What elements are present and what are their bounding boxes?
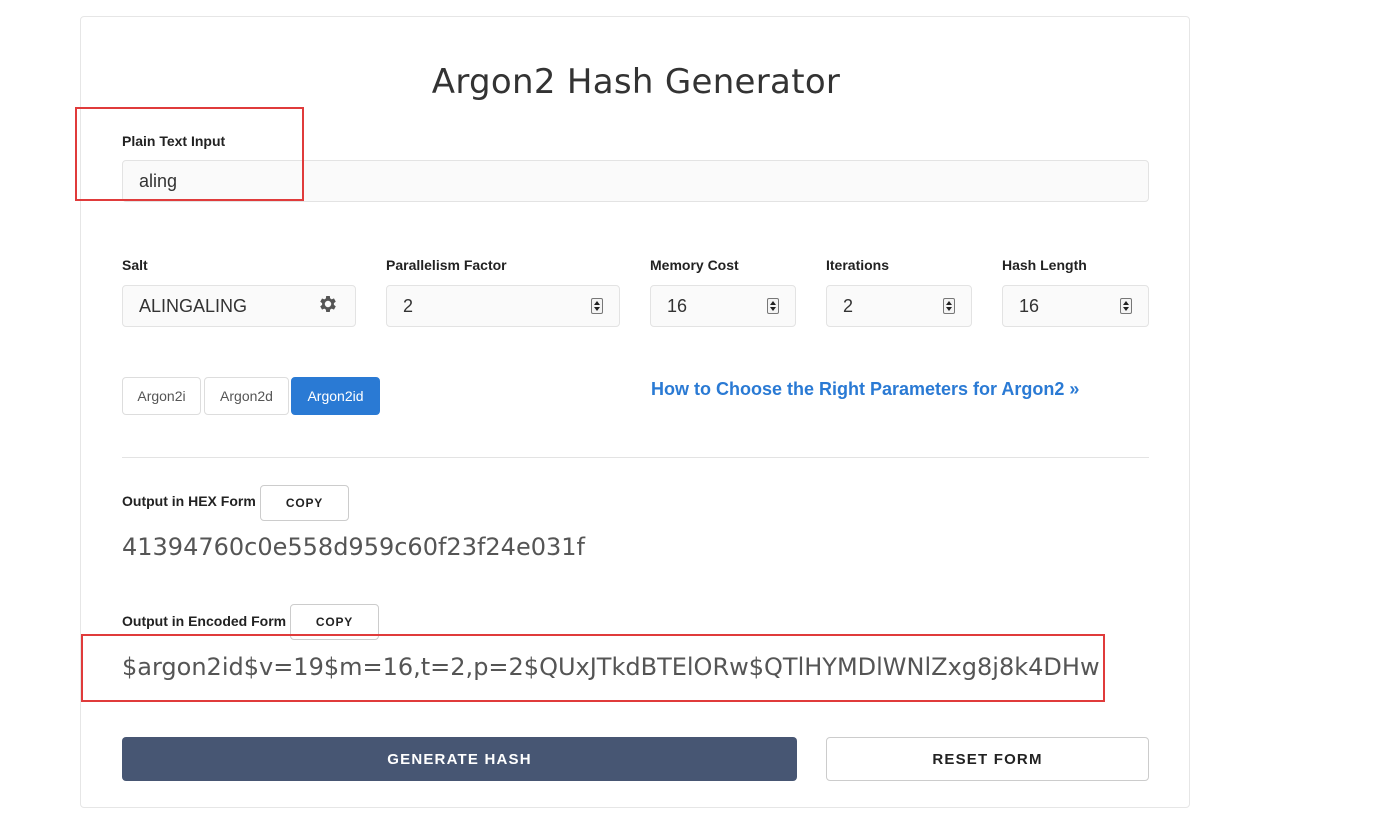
memory-spinner-icon[interactable] xyxy=(767,298,779,314)
reset-form-button[interactable]: RESET FORM xyxy=(826,737,1149,781)
iterations-input[interactable]: 2 xyxy=(826,285,972,327)
page-title: Argon2 Hash Generator xyxy=(431,62,841,102)
parallelism-spinner-icon[interactable] xyxy=(591,298,603,314)
salt-label: Salt xyxy=(122,257,148,273)
parallelism-label: Parallelism Factor xyxy=(386,257,507,273)
iterations-label: Iterations xyxy=(826,257,890,273)
hex-output-value: 41394760c0e558d959c60f23f24e031f xyxy=(122,533,585,561)
algo-argon2i-button[interactable]: Argon2i xyxy=(122,377,201,415)
salt-input[interactable]: ALINGALING xyxy=(122,285,356,327)
algo-argon2id-button[interactable]: Argon2id xyxy=(291,377,380,415)
encoded-output-label: Output in Encoded Form xyxy=(122,613,287,629)
hash-length-input[interactable]: 16 xyxy=(1002,285,1149,327)
algo-argon2d-button[interactable]: Argon2d xyxy=(204,377,289,415)
hash-length-label: Hash Length xyxy=(1002,257,1087,273)
memory-input[interactable]: 16 xyxy=(650,285,796,327)
highlight-box-encoded xyxy=(81,634,1105,702)
gear-icon[interactable] xyxy=(317,293,339,320)
memory-value: 16 xyxy=(667,295,688,316)
help-link[interactable]: How to Choose the Right Parameters for A… xyxy=(651,379,1079,400)
generate-hash-button[interactable]: GENERATE HASH xyxy=(122,737,797,781)
salt-value: ALINGALING xyxy=(139,295,248,316)
hash-length-spinner-icon[interactable] xyxy=(1120,298,1132,314)
highlight-box-input xyxy=(75,107,304,201)
hash-length-value: 16 xyxy=(1019,295,1040,316)
copy-hex-button[interactable]: COPY xyxy=(260,485,349,521)
hex-output-label: Output in HEX Form xyxy=(122,493,256,509)
memory-label: Memory Cost xyxy=(650,257,739,273)
divider xyxy=(122,457,1149,458)
iterations-spinner-icon[interactable] xyxy=(943,298,955,314)
parallelism-input[interactable]: 2 xyxy=(386,285,620,327)
parallelism-value: 2 xyxy=(403,295,414,316)
iterations-value: 2 xyxy=(843,295,854,316)
